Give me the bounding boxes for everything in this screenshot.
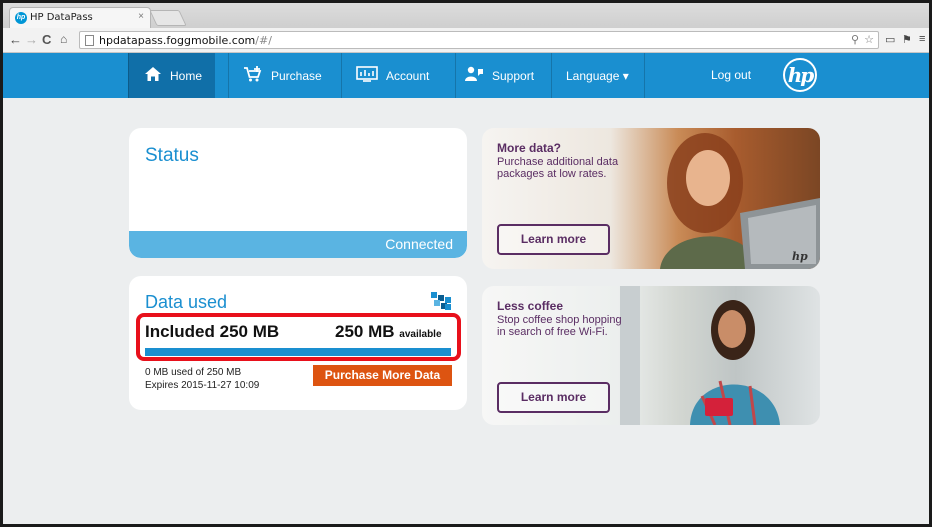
promo2-description: Stop coffee shop hopping in search of fr… <box>497 314 622 338</box>
reload-icon[interactable]: C <box>42 32 51 47</box>
support-icon <box>464 66 484 85</box>
tab-close-icon[interactable]: × <box>138 11 144 22</box>
extension-icon[interactable]: ⚑ <box>902 33 912 46</box>
connection-status: Connected <box>385 236 453 252</box>
home-icon <box>144 66 162 85</box>
promo2-title: Less coffee <box>497 299 564 313</box>
hp-logo-icon: hp <box>783 58 817 92</box>
back-arrow-icon[interactable]: ← <box>9 32 22 47</box>
cast-icon[interactable]: ▭ <box>885 33 895 46</box>
status-title: Status <box>145 145 199 166</box>
expires-text: Expires 2015-11-27 10:09 <box>145 380 260 391</box>
nav-account[interactable]: Account <box>341 53 442 98</box>
forward-arrow-icon[interactable]: → <box>25 32 38 47</box>
data-pixel-icon <box>431 292 451 310</box>
promo-less-coffee-card[interactable]: Less coffee Stop coffee shop hopping in … <box>482 286 820 425</box>
highlight-annotation <box>136 313 461 361</box>
hp-favicon-icon: hp <box>15 12 27 24</box>
star-icon[interactable]: ☆ <box>864 34 875 46</box>
learn-more-button[interactable]: Learn more <box>497 224 610 255</box>
browser-window: hp HP DataPass × ← → C ⌂ hpdatapass.fogg… <box>3 3 929 524</box>
data-used-title: Data used <box>145 292 228 312</box>
nav-home-label: Home <box>170 68 203 83</box>
nav-language-dropdown[interactable]: Language ▾ <box>551 53 645 98</box>
purchase-more-data-button[interactable]: Purchase More Data <box>313 365 452 386</box>
promo1-title: More data? <box>497 141 562 155</box>
zoom-icon[interactable]: ⚲ <box>851 34 860 46</box>
tab-bar: hp HP DataPass × <box>3 3 929 28</box>
nav-account-label: Account <box>386 68 430 83</box>
cart-icon <box>243 66 263 85</box>
nav-home[interactable]: Home <box>128 53 215 98</box>
promo-woman-laptop-image <box>620 286 780 425</box>
nav-purchase[interactable]: Purchase <box>228 53 328 98</box>
main-content: Status Connected Data used Included 250 … <box>3 98 929 524</box>
chart-monitor-icon <box>356 66 378 85</box>
url-text: hpdatapass.foggmobile.com/#/ <box>99 34 272 47</box>
logout-link[interactable]: Log out <box>711 68 751 82</box>
address-bar[interactable]: hpdatapass.foggmobile.com/#/ ⚲ ☆ <box>79 31 879 49</box>
learn-more-button[interactable]: Learn more <box>497 382 610 413</box>
tab-title: HP DataPass <box>30 12 93 23</box>
tablet-hp-logo: hp <box>792 250 808 263</box>
promo-woman-image: hp <box>660 133 820 269</box>
status-bar: Connected <box>129 231 467 258</box>
nav-language-label: Language ▾ <box>566 68 629 83</box>
status-card: Status Connected <box>129 128 467 258</box>
used-text: 0 MB used of 250 MB <box>145 367 242 378</box>
new-tab-button[interactable] <box>149 10 187 26</box>
promo1-description: Purchase additional data packages at low… <box>497 156 619 180</box>
menu-icon[interactable]: ≡ <box>919 33 925 45</box>
promo-more-data-card[interactable]: hp More data? Purchase additional data p… <box>482 128 820 269</box>
nav-purchase-label: Purchase <box>271 68 322 83</box>
nav-support-label: Support <box>492 68 535 83</box>
app-header: Home Purchase Account Support Language ▾… <box>3 53 929 98</box>
browser-tab[interactable]: hp HP DataPass × <box>9 7 151 28</box>
browser-toolbar: ← → C ⌂ hpdatapass.foggmobile.com/#/ ⚲ ☆… <box>3 28 929 53</box>
page-icon <box>85 35 94 46</box>
nav-support[interactable]: Support <box>455 53 551 98</box>
browser-home-icon[interactable]: ⌂ <box>60 32 67 46</box>
